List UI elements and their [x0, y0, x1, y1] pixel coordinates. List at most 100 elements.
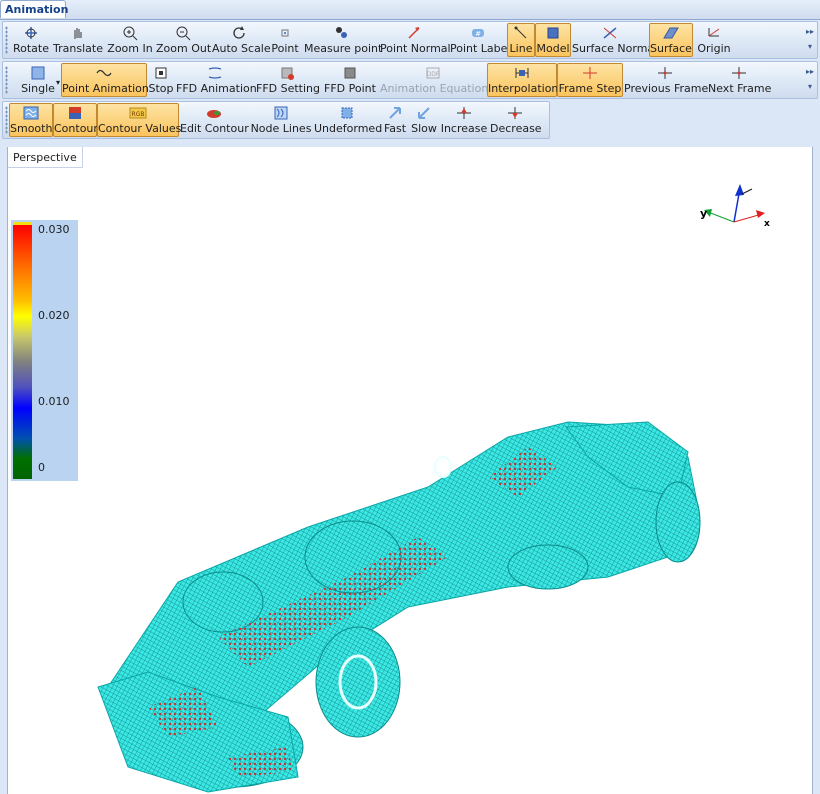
- toolbar-overflow-chevron-icon[interactable]: ▸▸ ▾: [805, 64, 815, 96]
- surface-normal-button[interactable]: Surface Normal: [571, 23, 657, 57]
- toolbar-grip[interactable]: [5, 26, 8, 54]
- axis-x-label: x: [764, 219, 770, 229]
- chevron-down-icon[interactable]: ▾: [56, 78, 60, 87]
- point-label-button[interactable]: # Point Label: [449, 23, 511, 57]
- contour-values-label: Contour Values: [98, 122, 182, 135]
- wave-icon: [96, 69, 112, 77]
- stop-label: Stop: [148, 82, 174, 95]
- square-icon: [31, 66, 45, 80]
- node-lines-icon: [274, 106, 288, 120]
- toolbar-grip[interactable]: [5, 66, 8, 94]
- smooth-button[interactable]: Smooth: [9, 103, 53, 137]
- axis-triad: y x: [700, 184, 770, 229]
- stop-icon: [155, 67, 167, 79]
- contour-button[interactable]: Contour: [53, 103, 98, 137]
- point-normal-button[interactable]: Point Normal: [379, 23, 451, 57]
- measure-icon: [336, 27, 347, 38]
- edit-icon: [207, 110, 221, 118]
- point-animation-button[interactable]: Point Animation: [61, 63, 149, 97]
- contour-values-button[interactable]: RGB Contour Values: [97, 103, 182, 137]
- svg-text:DDF: DDF: [427, 71, 440, 78]
- translate-button[interactable]: Translate: [51, 23, 105, 57]
- undeformed-button[interactable]: Undeformed: [313, 103, 383, 137]
- race-car-mesh-model[interactable]: [88, 417, 708, 794]
- point-button[interactable]: Point: [267, 23, 303, 57]
- animation-equations-button[interactable]: DDF Animation Equations: [379, 63, 494, 97]
- view-tab-perspective[interactable]: Perspective: [8, 147, 83, 168]
- animation-toolbar: ▸▸ ▾ Single ▾ Point Animation Stop FFD Animat…: [2, 61, 818, 99]
- rotate-label: Rotate: [12, 42, 49, 55]
- zoom-out-icon: [176, 26, 191, 41]
- model-icon: [547, 27, 559, 39]
- interpolation-button[interactable]: Interpolation: [487, 63, 559, 97]
- ribbon-tab-strip: Animation: [0, 0, 820, 20]
- smooth-label: Smooth: [10, 122, 53, 135]
- smooth-icon: [23, 106, 39, 120]
- hand-icon: [74, 28, 82, 39]
- 3d-viewport[interactable]: Perspective 0.030 0.020 0.010 0 y x: [7, 147, 813, 794]
- svg-text:#: #: [475, 30, 481, 38]
- frame-step-button[interactable]: Frame Step: [557, 63, 623, 97]
- decrease-button[interactable]: Decrease: [489, 103, 542, 137]
- surface-label: Surface: [650, 42, 692, 55]
- point-icon: [281, 29, 289, 37]
- tab-animation[interactable]: Animation: [0, 0, 68, 18]
- fast-icon: [389, 107, 401, 119]
- auto-scale-button[interactable]: Auto Scale: [211, 23, 271, 57]
- svg-text:RGB: RGB: [132, 111, 145, 118]
- ffd-animation-button[interactable]: FFD Animation: [175, 63, 257, 97]
- single-label: Single: [21, 82, 55, 95]
- toolbar-overflow-chevron-icon[interactable]: ▸▸ ▾: [805, 24, 815, 56]
- slow-button[interactable]: Slow: [409, 103, 439, 137]
- refresh-icon: [233, 26, 245, 39]
- zoom-in-icon: [123, 26, 138, 41]
- line-icon: [514, 26, 527, 39]
- auto-scale-label: Auto Scale: [212, 42, 271, 55]
- contour-legend: 0.030 0.020 0.010 0: [11, 220, 78, 481]
- crosshair-icon: [583, 67, 597, 79]
- point-animation-label: Point Animation: [62, 82, 149, 95]
- measure-point-button[interactable]: Measure point: [303, 23, 382, 57]
- point-normal-label: Point Normal: [380, 42, 451, 55]
- frame-step-label: Frame Step: [558, 82, 622, 95]
- legend-color-bar: [13, 225, 32, 479]
- rotate-button[interactable]: Rotate: [11, 23, 51, 57]
- label-icon: #: [472, 29, 484, 38]
- model-button[interactable]: Model: [535, 23, 571, 57]
- increase-label: Increase: [440, 122, 488, 135]
- fast-label: Fast: [383, 122, 407, 135]
- contour-icon: [69, 107, 81, 119]
- origin-button[interactable]: Origin: [693, 23, 735, 57]
- ffd-point-button[interactable]: FFD Point: [321, 63, 379, 97]
- rotate-icon: [25, 27, 37, 39]
- single-button[interactable]: Single ▾: [15, 63, 61, 97]
- fast-button[interactable]: Fast: [381, 103, 409, 137]
- ffd-setting-button[interactable]: FFD Setting: [255, 63, 321, 97]
- zoom-in-button[interactable]: Zoom In: [105, 23, 155, 57]
- origin-icon: [708, 28, 720, 37]
- ffd-animation-label: FFD Animation: [176, 82, 257, 95]
- view-toolbar: ▸▸ ▾ Rotate Translate Zoom In Zoom Out Auto S…: [2, 21, 818, 59]
- edit-contour-button[interactable]: Edit Contour: [179, 103, 249, 137]
- line-button[interactable]: Line: [507, 23, 535, 57]
- toolbar-grip[interactable]: [5, 106, 8, 134]
- zoom-out-button[interactable]: Zoom Out: [155, 23, 211, 57]
- node-lines-button[interactable]: Node Lines: [249, 103, 313, 137]
- axis-y-label: y: [700, 207, 707, 220]
- legend-tick: 0: [38, 461, 45, 474]
- interpolation-icon: [515, 68, 529, 78]
- ffd-icon: [208, 67, 222, 79]
- translate-label: Translate: [53, 42, 103, 55]
- stop-button[interactable]: Stop: [147, 63, 175, 97]
- point-label-label: Point Label: [450, 42, 511, 55]
- previous-frame-button[interactable]: Previous Frame: [623, 63, 708, 97]
- contour-toolbar: Smooth Contour RGB Contour Values Edit Conto…: [2, 101, 550, 139]
- next-frame-icon: [732, 67, 746, 79]
- slow-label: Slow: [411, 122, 437, 135]
- surface-button[interactable]: Surface: [649, 23, 693, 57]
- zoom-in-label: Zoom In: [107, 42, 153, 55]
- interpolation-label: Interpolation: [488, 82, 559, 95]
- increase-button[interactable]: Increase: [439, 103, 489, 137]
- undeformed-label: Undeformed: [314, 122, 383, 135]
- next-frame-button[interactable]: Next Frame: [707, 63, 771, 97]
